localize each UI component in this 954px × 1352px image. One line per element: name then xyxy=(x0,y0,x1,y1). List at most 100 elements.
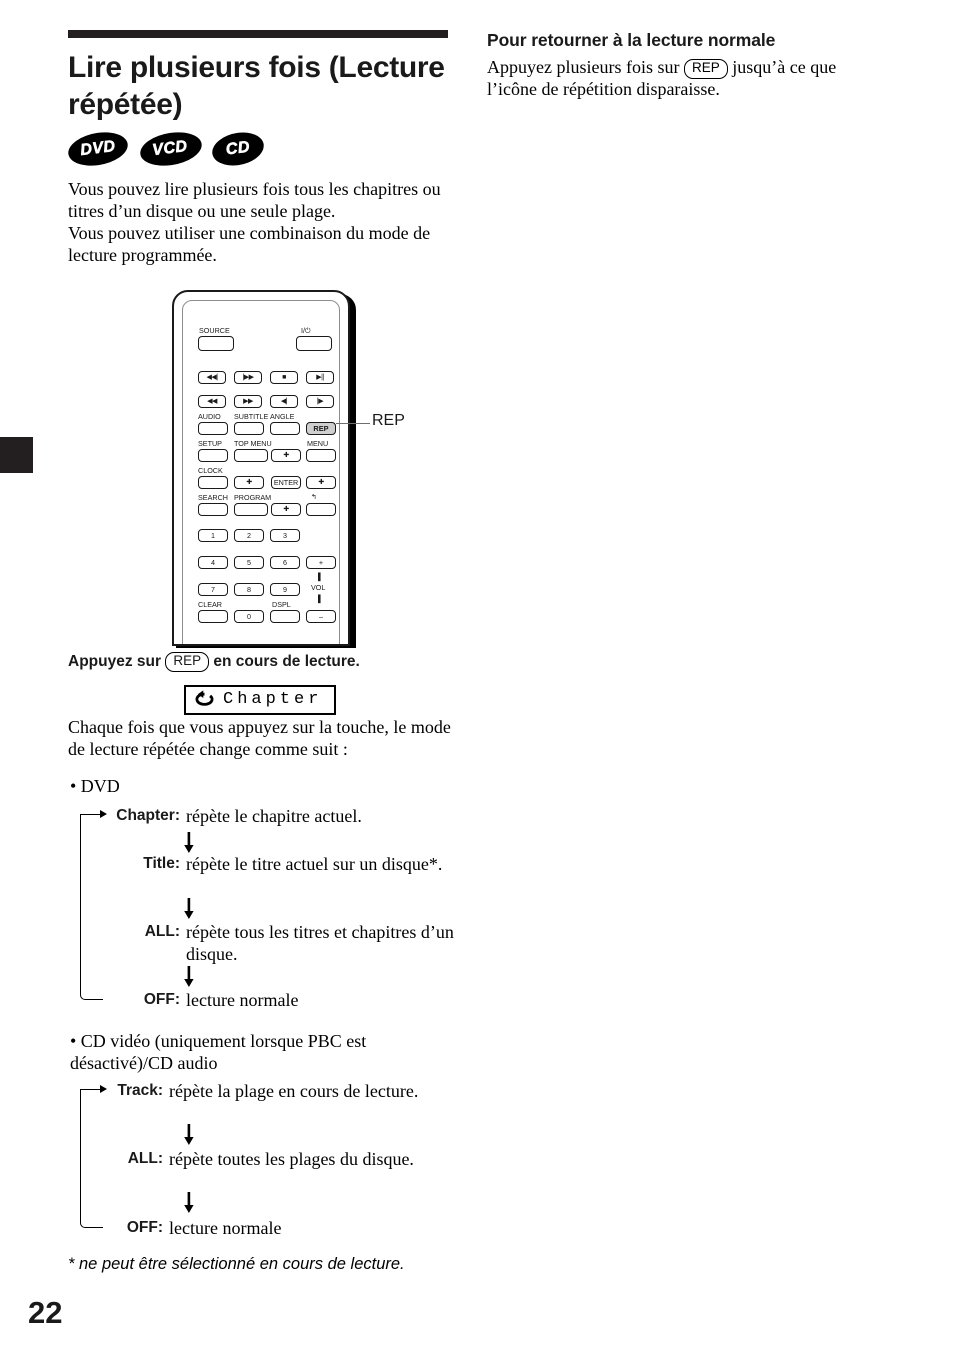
remote-control-illustration: SOURCE I/⏻ ◀◀| |▶▶ ■ ▶|| ◀◀ ▶▶ ◀| |▶ AUD… xyxy=(168,288,360,648)
remote-button-nav-down[interactable]: ✚ xyxy=(271,503,301,516)
remote-label-program: PROGRAM xyxy=(234,493,272,502)
remote-button-source[interactable] xyxy=(198,336,234,351)
cd-flow-row-all: ALL: répète toutes les plages du disque. xyxy=(108,1149,458,1171)
cd-flow-bullet: • CD vidéo (uniquement lorsque PBC est d… xyxy=(70,1031,367,1074)
volume-tick-lower: ▌ xyxy=(318,594,324,603)
remote-button-next[interactable]: |▶▶ xyxy=(234,371,262,384)
remote-button-0[interactable]: 0 xyxy=(234,610,264,623)
dvd-flow-bullet: • DVD xyxy=(70,776,120,796)
dvd-flow-row-chapter: Chapter: répète le chapitre actuel. xyxy=(108,806,458,828)
remote-button-menu[interactable] xyxy=(306,449,336,462)
dvd-flow-bracket xyxy=(80,814,103,1000)
cd-badge-label: CD xyxy=(224,138,252,159)
remote-button-search[interactable] xyxy=(198,503,228,516)
cd-flow-row-off: OFF: lecture normale xyxy=(108,1218,458,1240)
cd-flow-label-all: ALL: xyxy=(127,1150,163,1167)
remote-label-subtitle: SUBTITLE xyxy=(234,412,269,421)
osd-chapter-indicator: Chapter xyxy=(184,685,337,715)
remote-button-return[interactable] xyxy=(306,503,336,516)
remote-button-enter[interactable]: ENTER xyxy=(271,476,301,489)
dvd-flow-top-stub xyxy=(80,814,102,815)
remote-button-fast-forward[interactable]: ▶▶ xyxy=(234,395,262,408)
remote-button-subtitle[interactable] xyxy=(234,422,264,435)
remote-button-8[interactable]: 8 xyxy=(234,583,264,596)
remote-button-clear[interactable] xyxy=(198,610,228,623)
remote-button-angle[interactable] xyxy=(270,422,300,435)
remote-button-volume-down[interactable]: – xyxy=(306,610,336,623)
remote-button-audio[interactable] xyxy=(198,422,228,435)
dvd-flow-arrow-1 xyxy=(184,832,194,853)
dvd-flow-label-title: Title: xyxy=(143,855,180,872)
cd-flow-desc-all: répète toutes les plages du disque. xyxy=(169,1149,414,1169)
remote-label-dspl: DSPL xyxy=(272,600,291,609)
remote-button-5[interactable]: 5 xyxy=(234,556,264,569)
remote-label-setup: SETUP xyxy=(198,439,222,448)
dvd-flow-arrow-3 xyxy=(184,966,194,987)
remote-button-6[interactable]: 6 xyxy=(270,556,300,569)
remote-button-1[interactable]: 1 xyxy=(198,529,228,542)
remote-label-clock: CLOCK xyxy=(198,466,223,475)
cd-flow-label-track: Track: xyxy=(117,1082,163,1099)
volume-tick-upper: ▌ xyxy=(318,572,324,581)
dvd-flow-desc-title: répète le titre actuel sur un disque*. xyxy=(186,854,443,874)
cd-flow-desc-track: répète la plage en cours de lecture. xyxy=(169,1081,419,1101)
remote-button-nav-right[interactable]: ✚ xyxy=(306,476,336,489)
press-suffix: en cours de lecture. xyxy=(213,653,360,670)
remote-button-step-back[interactable]: ◀| xyxy=(270,395,298,408)
remote-label-clear: CLEAR xyxy=(198,600,222,609)
cd-flow-row-track: Track: répète la plage en cours de lectu… xyxy=(108,1081,458,1103)
remote-inner-bezel: SOURCE I/⏻ ◀◀| |▶▶ ■ ▶|| ◀◀ ▶▶ ◀| |▶ AUD… xyxy=(182,300,340,644)
remote-button-stop[interactable]: ■ xyxy=(270,371,298,384)
remote-label-vol: VOL xyxy=(311,583,326,592)
remote-button-2[interactable]: 2 xyxy=(234,529,264,542)
cd-flow-label-off: OFF: xyxy=(126,1219,163,1236)
remote-button-power[interactable] xyxy=(296,336,332,351)
osd-explanation: Chaque fois que vous appuyez sur la touc… xyxy=(68,717,451,760)
dvd-flow-row-off: OFF: lecture normale xyxy=(108,990,458,1012)
remote-button-setup[interactable] xyxy=(198,449,228,462)
remote-button-step-forward[interactable]: |▶ xyxy=(306,395,334,408)
remote-button-nav-left[interactable]: ✚ xyxy=(234,476,264,489)
remote-button-rewind[interactable]: ◀◀ xyxy=(198,395,226,408)
cd-flow-arrow-2 xyxy=(184,1192,194,1213)
dvd-flow-row-title: Title: répète le titre actuel sur un dis… xyxy=(108,854,458,876)
remote-label-source: SOURCE xyxy=(199,326,230,335)
remote-label-menu: MENU xyxy=(307,439,329,448)
dvd-flow-row-all: ALL: répète tous les titres et chapitres… xyxy=(108,922,458,966)
remote-button-prev[interactable]: ◀◀| xyxy=(198,371,226,384)
dvd-flow-desc-all: répète tous les titres et chapitres d’un… xyxy=(186,922,454,964)
cd-flow-bracket xyxy=(80,1089,103,1228)
remote-button-nav-up[interactable]: ✚ xyxy=(271,449,301,462)
dvd-badge-label: DVD xyxy=(79,138,117,160)
page-number: 22 xyxy=(28,1295,63,1330)
remote-button-volume-up[interactable]: + xyxy=(306,556,336,569)
remote-button-clock[interactable] xyxy=(198,476,228,489)
remote-button-rep[interactable]: REP xyxy=(306,422,336,435)
page-title: Lire plusieurs fois (Lecture répétée) xyxy=(68,51,445,121)
remote-button-9[interactable]: 9 xyxy=(270,583,300,596)
header-rule xyxy=(68,30,448,38)
remote-button-3[interactable]: 3 xyxy=(270,529,300,542)
remote-label-search: SEARCH xyxy=(198,493,228,502)
remote-body: SOURCE I/⏻ ◀◀| |▶▶ ■ ▶|| ◀◀ ▶▶ ◀| |▶ AUD… xyxy=(172,290,350,646)
repeat-icon xyxy=(195,690,214,706)
remote-label-audio: AUDIO xyxy=(198,412,221,421)
remote-button-top-menu[interactable] xyxy=(234,449,268,462)
remote-button-dspl[interactable] xyxy=(270,610,300,623)
press-instruction: Appuyez sur REP en cours de lecture. xyxy=(68,652,468,672)
remote-button-4[interactable]: 4 xyxy=(198,556,228,569)
footnote: * ne peut être sélectionné en cours de l… xyxy=(68,1255,405,1273)
cd-flow-top-stub xyxy=(80,1089,102,1090)
right-column-body: Appuyez plusieurs fois sur REP jusqu’à c… xyxy=(487,57,887,101)
right-column: Pour retourner à la lecture normale Appu… xyxy=(487,30,887,101)
remote-button-play-pause[interactable]: ▶|| xyxy=(306,371,334,384)
cd-badge: CD xyxy=(211,129,265,169)
dvd-badge: DVD xyxy=(67,128,129,170)
remote-button-program[interactable] xyxy=(234,503,268,516)
rep-callout-line xyxy=(336,423,370,424)
rep-key-pill: REP xyxy=(683,59,728,79)
remote-button-7[interactable]: 7 xyxy=(198,583,228,596)
dvd-flow-desc-chapter: répète le chapitre actuel. xyxy=(186,806,362,826)
right-column-heading: Pour retourner à la lecture normale xyxy=(487,30,776,50)
disc-badge-group: DVD VCD CD xyxy=(67,128,460,170)
